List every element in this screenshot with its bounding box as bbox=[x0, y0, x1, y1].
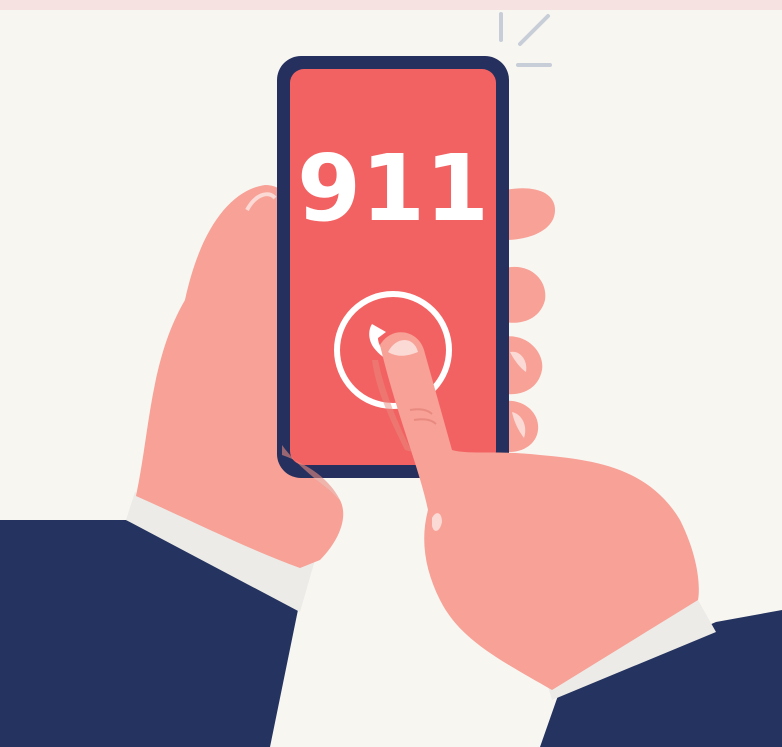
left-finger-2 bbox=[505, 266, 546, 323]
signal-lines-icon bbox=[499, 12, 552, 67]
emergency-number: 911 bbox=[297, 135, 489, 242]
emergency-call-illustration: 911 bbox=[0, 12, 782, 747]
left-finger-1 bbox=[505, 188, 555, 240]
